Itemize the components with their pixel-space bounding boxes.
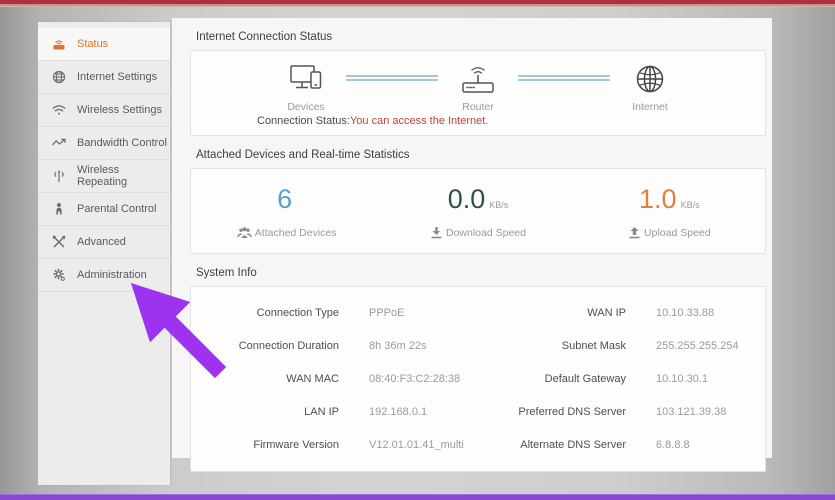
internet-node: Internet — [614, 61, 686, 113]
stat-download-speed: 0.0 KB/s Download Speed — [382, 185, 573, 239]
field-wan-ip: WAN IP 10.10.33.88 — [478, 296, 765, 329]
field-value: 8h 36m 22s — [369, 340, 426, 352]
field-value: V12.01.01.41_multi — [369, 439, 464, 451]
router-node: Router — [442, 61, 514, 113]
stat-upload-speed: 1.0 KB/s Upload Speed — [574, 185, 765, 239]
link-line — [518, 75, 610, 81]
field-label: WAN IP — [478, 307, 626, 319]
system-info-card: Connection Type PPPoE WAN IP 10.10.33.88… — [190, 286, 766, 472]
field-lan-ip: LAN IP 192.168.0.1 — [191, 395, 478, 428]
wifi-icon — [51, 102, 67, 118]
field-label: WAN MAC — [191, 373, 339, 385]
field-value: 6.8.8.8 — [656, 439, 690, 451]
antenna-icon — [51, 168, 67, 184]
globe-icon — [51, 69, 67, 85]
bottom-accent-bar — [0, 494, 835, 500]
sidebar-item-label: Advanced — [77, 236, 126, 248]
sidebar-item-label: Wireless Settings — [77, 104, 162, 116]
sidebar-item-status[interactable]: Status — [38, 28, 170, 61]
sidebar-item-parental-control[interactable]: Parental Control — [38, 193, 170, 226]
field-value: 255.255.255.254 — [656, 340, 739, 352]
stat-label: Upload Speed — [644, 227, 711, 239]
field-label: Firmware Version — [191, 439, 339, 451]
field-label: Alternate DNS Server — [478, 439, 626, 451]
sidebar: Status Internet Settings Wireless Settin… — [38, 22, 170, 485]
gear-icon — [51, 267, 67, 283]
sidebar-item-wireless-repeating[interactable]: Wireless Repeating — [38, 160, 170, 193]
node-label: Devices — [287, 101, 324, 113]
section-title-connection: Internet Connection Status — [196, 31, 772, 43]
sidebar-item-label: Status — [77, 38, 108, 50]
field-firmware-version: Firmware Version V12.01.01.41_multi — [191, 428, 478, 461]
field-value: 103.121.39.38 — [656, 406, 726, 418]
stat-label: Attached Devices — [255, 227, 337, 239]
sidebar-item-label: Parental Control — [77, 203, 157, 215]
node-label: Internet — [632, 101, 668, 113]
field-label: LAN IP — [191, 406, 339, 418]
field-preferred-dns: Preferred DNS Server 103.121.39.38 — [478, 395, 765, 428]
sidebar-item-label: Internet Settings — [77, 71, 157, 83]
stat-attached-devices: 6 Attached Devices — [191, 185, 382, 239]
sidebar-item-label: Bandwidth Control — [77, 137, 167, 149]
stat-value: 0.0 — [448, 185, 486, 213]
devices-node: Devices — [270, 61, 342, 113]
chart-icon — [51, 135, 67, 151]
node-label: Router — [462, 101, 494, 113]
main-panel: Internet Connection Status Devices Route… — [172, 18, 772, 458]
download-icon — [430, 226, 443, 239]
field-default-gateway: Default Gateway 10.10.30.1 — [478, 362, 765, 395]
field-wan-mac: WAN MAC 08:40:F3:C2:28:38 — [191, 362, 478, 395]
connection-status-card: Devices Router Internet Connection Statu… — [190, 50, 766, 136]
internet-globe-icon — [632, 61, 668, 97]
field-label: Subnet Mask — [478, 340, 626, 352]
field-label: Connection Duration — [191, 340, 339, 352]
field-value: 10.10.33.88 — [656, 307, 714, 319]
section-title-stats: Attached Devices and Real-time Statistic… — [196, 149, 772, 161]
field-label: Connection Type — [191, 307, 339, 319]
tools-icon — [51, 234, 67, 250]
field-label: Preferred DNS Server — [478, 406, 626, 418]
stat-unit: KB/s — [681, 200, 700, 210]
people-icon — [237, 226, 252, 239]
sidebar-item-bandwidth-control[interactable]: Bandwidth Control — [38, 127, 170, 160]
sidebar-item-label: Administration — [77, 269, 147, 281]
stat-label: Download Speed — [446, 227, 526, 239]
field-subnet-mask: Subnet Mask 255.255.255.254 — [478, 329, 765, 362]
stat-unit: KB/s — [489, 200, 508, 210]
field-connection-duration: Connection Duration 8h 36m 22s — [191, 329, 478, 362]
router-icon — [456, 61, 500, 97]
sidebar-item-label: Wireless Repeating — [77, 164, 170, 188]
sidebar-item-administration[interactable]: Administration — [38, 259, 170, 292]
connection-diagram: Devices Router Internet — [191, 61, 765, 113]
field-alternate-dns: Alternate DNS Server 6.8.8.8 — [478, 428, 765, 461]
person-icon — [51, 201, 67, 217]
field-value: 10.10.30.1 — [656, 373, 708, 385]
realtime-stats-card: 6 Attached Devices 0.0 KB/s Download Spe… — [190, 168, 766, 254]
link-line — [346, 75, 438, 81]
field-label: Default Gateway — [478, 373, 626, 385]
field-connection-type: Connection Type PPPoE — [191, 296, 478, 329]
sidebar-item-advanced[interactable]: Advanced — [38, 226, 170, 259]
section-title-system-info: System Info — [196, 267, 772, 279]
stat-value: 6 — [277, 185, 292, 213]
top-accent-bar — [0, 0, 835, 7]
connection-status-message: You can access the Internet. — [350, 115, 488, 127]
connection-status-line: Connection Status:You can access the Int… — [257, 115, 765, 127]
field-value: 192.168.0.1 — [369, 406, 427, 418]
sidebar-item-internet-settings[interactable]: Internet Settings — [38, 61, 170, 94]
sidebar-item-wireless-settings[interactable]: Wireless Settings — [38, 94, 170, 127]
router-icon — [51, 36, 67, 52]
field-value: 08:40:F3:C2:28:38 — [369, 373, 460, 385]
stat-value: 1.0 — [639, 185, 677, 213]
devices-icon — [286, 61, 326, 97]
upload-icon — [628, 226, 641, 239]
field-value: PPPoE — [369, 307, 404, 319]
connection-status-label: Connection Status: — [257, 115, 350, 127]
